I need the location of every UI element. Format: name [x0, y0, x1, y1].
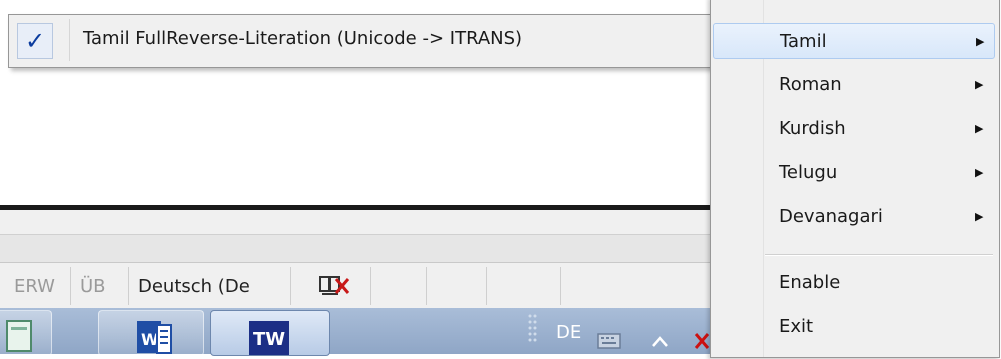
word-icon: W	[137, 321, 172, 354]
submenu-arrow-icon: ▶	[975, 78, 984, 91]
menu-item-label: Devanagari	[779, 206, 883, 227]
transliteration-popup: ✓ Tamil FullReverse-Literation (Unicode …	[8, 14, 714, 68]
submenu-arrow-icon: ▶	[975, 122, 984, 135]
status-ub[interactable]: ÜB	[80, 275, 106, 299]
menu-item-label: Kurdish	[779, 118, 846, 139]
taskbar-button-active-app[interactable]: TW	[210, 310, 330, 356]
popup-divider	[69, 19, 70, 61]
menu-item-label: Enable	[779, 272, 841, 293]
menu-item-label: Roman	[779, 74, 842, 95]
svg-text:TW: TW	[253, 329, 285, 350]
menu-item-devanagari[interactable]: Devanagari ▶	[713, 199, 995, 235]
status-separator	[70, 267, 71, 305]
toolbar-strip	[0, 210, 710, 234]
menu-item-tamil[interactable]: Tamil ▶	[713, 23, 995, 59]
status-separator	[128, 267, 129, 305]
book-with-x-icon[interactable]	[318, 273, 352, 297]
status-separator	[370, 267, 371, 305]
notepad-icon	[6, 320, 32, 352]
status-language[interactable]: Deutsch (De	[138, 275, 250, 299]
show-hidden-icon[interactable]	[650, 332, 670, 350]
status-separator	[560, 267, 561, 305]
status-separator	[486, 267, 487, 305]
submenu-arrow-icon: ▶	[975, 210, 984, 223]
menu-item-kurdish[interactable]: Kurdish ▶	[713, 111, 995, 147]
tray-grip-icon[interactable]	[526, 310, 540, 352]
menu-item-exit[interactable]: Exit	[713, 309, 995, 345]
status-bar: ERW ÜB Deutsch (De	[0, 262, 710, 310]
menu-item-telugu[interactable]: Telugu ▶	[713, 155, 995, 191]
menu-separator	[765, 254, 993, 256]
scrollbar-area	[0, 234, 710, 263]
taskbar-button-notepad[interactable]	[0, 310, 52, 356]
keyboard-icon[interactable]	[596, 330, 622, 350]
checked-item-label[interactable]: Tamil FullReverse-Literation (Unicode ->…	[83, 28, 522, 49]
tw-icon: TW	[249, 321, 289, 355]
error-icon[interactable]	[692, 330, 710, 350]
submenu-arrow-icon: ▶	[975, 166, 984, 179]
status-separator	[290, 267, 291, 305]
menu-item-enable[interactable]: Enable	[713, 265, 995, 301]
menu-item-label: Tamil	[780, 31, 827, 52]
submenu-arrow-icon: ▶	[976, 35, 985, 48]
checked-item-check[interactable]: ✓	[17, 23, 53, 59]
menu-item-label: Telugu	[779, 162, 838, 183]
taskbar-button-word[interactable]: W	[98, 310, 204, 356]
context-menu: Tamil ▶ Roman ▶ Kurdish ▶ Telugu ▶ Devan…	[710, 0, 1000, 358]
menu-item-roman[interactable]: Roman ▶	[713, 67, 995, 103]
status-separator	[426, 267, 427, 305]
menu-item-label: Exit	[779, 316, 814, 337]
status-erw[interactable]: ERW	[14, 275, 55, 299]
checkmark-icon: ✓	[24, 27, 46, 55]
tray-language-indicator[interactable]: DE	[556, 322, 581, 343]
taskbar: W TW DE	[0, 308, 710, 356]
